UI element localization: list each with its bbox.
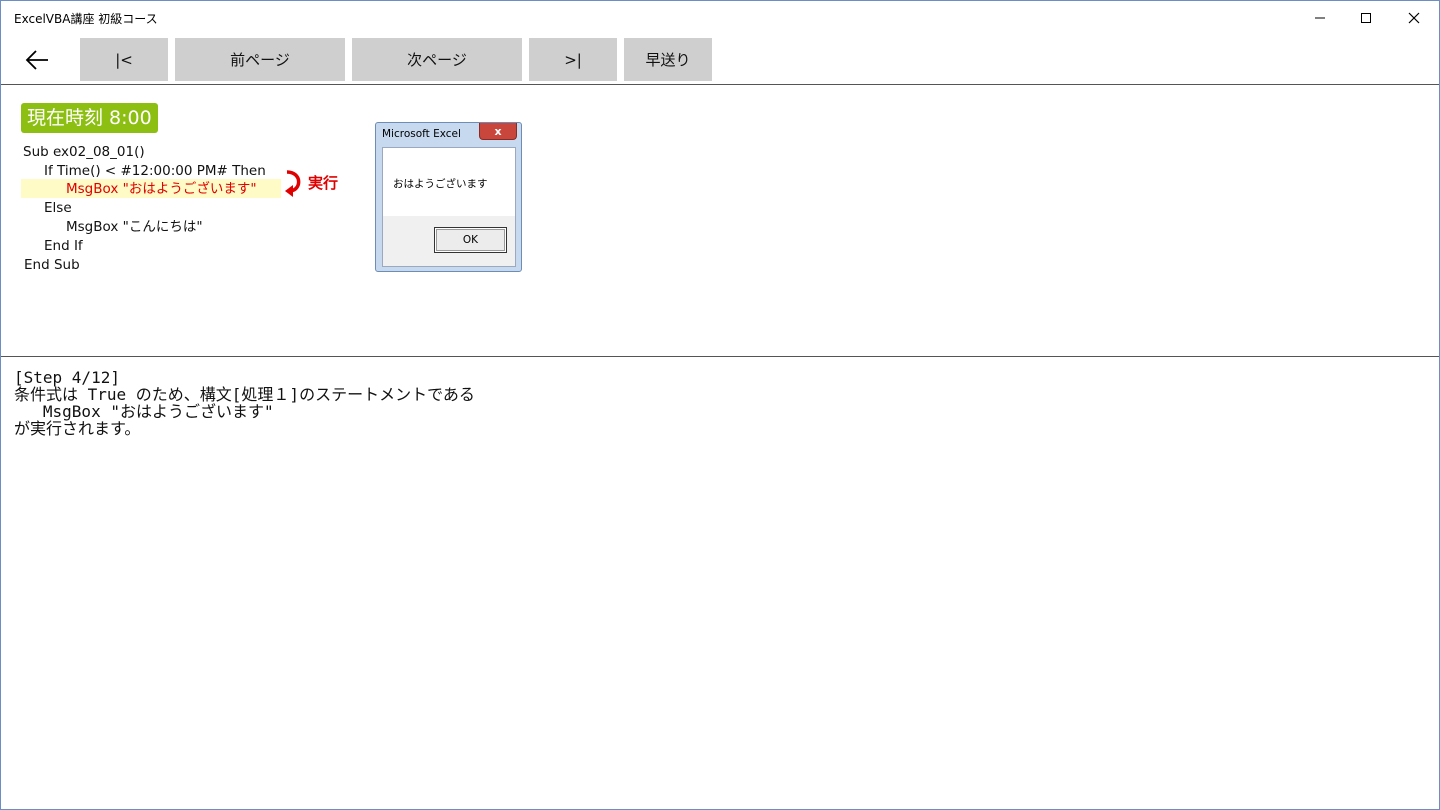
code-line: End If xyxy=(44,238,83,254)
dialog-close-button[interactable]: x xyxy=(479,123,517,140)
close-icon xyxy=(1408,12,1420,24)
app-window: ExcelVBA講座 初級コース |< 前ページ 次ページ >| 早送り 現在時… xyxy=(0,0,1440,810)
dialog-body: おはようございます OK xyxy=(382,147,516,267)
minimize-button[interactable] xyxy=(1297,1,1343,35)
dialog-footer: OK xyxy=(383,216,515,266)
close-button[interactable] xyxy=(1391,1,1437,35)
code-line: Sub ex02_08_01() xyxy=(23,144,145,160)
explanation-line: が実行されます。 xyxy=(14,419,141,438)
code-line: If Time() < #12:00:00 PM# Then xyxy=(44,163,266,179)
navigation-toolbar: |< 前ページ 次ページ >| 早送り xyxy=(1,35,1439,85)
code-line: End Sub xyxy=(24,257,80,273)
explanation-line: 条件式は True のため、構文[処理１]のステートメントである xyxy=(14,385,475,404)
minimize-icon xyxy=(1315,17,1325,19)
next-page-button[interactable]: 次ページ xyxy=(352,38,522,81)
first-page-button[interactable]: |< xyxy=(80,38,168,81)
back-button[interactable] xyxy=(15,39,59,81)
dialog-title: Microsoft Excel xyxy=(382,128,461,140)
slide-area: 現在時刻 8:00 Sub ex02_08_01() If Time() < #… xyxy=(1,85,1439,356)
dialog-message: おはようございます xyxy=(393,178,488,190)
explanation-text: [Step 4/12] 条件式は True のため、構文[処理１]のステートメン… xyxy=(14,369,475,437)
message-box-dialog: Microsoft Excel x おはようございます OK xyxy=(375,122,522,272)
maximize-button[interactable] xyxy=(1343,1,1389,35)
run-label: 実行 xyxy=(308,174,339,192)
code-line: Else xyxy=(44,200,72,216)
app-title: ExcelVBA講座 初級コース xyxy=(14,12,158,26)
last-page-button[interactable]: >| xyxy=(529,38,617,81)
current-time-badge: 現在時刻 8:00 xyxy=(21,103,158,133)
ok-button[interactable]: OK xyxy=(434,227,507,253)
code-line-executing: MsgBox "おはようございます" xyxy=(66,181,257,197)
run-arrow-icon xyxy=(285,170,301,197)
code-line: MsgBox "こんにちは" xyxy=(66,219,203,235)
previous-page-button[interactable]: 前ページ xyxy=(175,38,345,81)
explanation-line: MsgBox "おはようございます" xyxy=(14,402,274,421)
fast-forward-button[interactable]: 早送り xyxy=(624,38,712,81)
arrow-left-icon xyxy=(25,50,48,70)
divider xyxy=(1,356,1439,357)
maximize-icon xyxy=(1361,13,1371,23)
explanation-line: [Step 4/12] xyxy=(14,368,120,387)
title-bar: ExcelVBA講座 初級コース xyxy=(1,1,1439,35)
